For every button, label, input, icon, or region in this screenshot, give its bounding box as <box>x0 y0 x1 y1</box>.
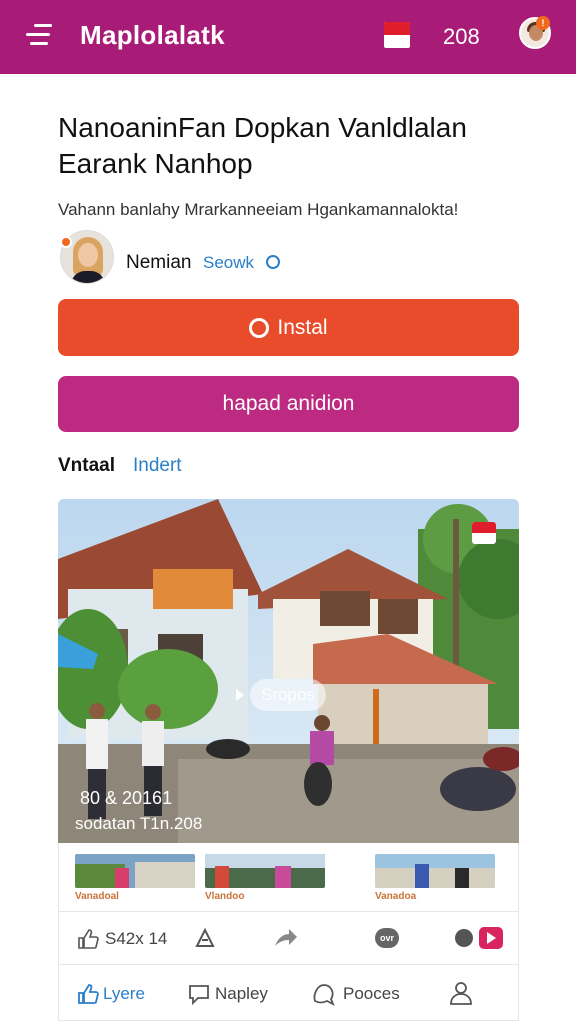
thumbnail-strip: Vanadoal Vlandoo Vanadoa <box>58 843 519 911</box>
install-icon <box>249 317 270 338</box>
notification-badge: ! <box>536 16 550 30</box>
posts-icon[interactable] <box>311 981 337 1007</box>
record-icon[interactable] <box>455 929 473 947</box>
section-label: Vntaal <box>58 455 116 476</box>
thumbnail-image <box>75 854 195 888</box>
thumbnail-label-2: Vlandoo <box>205 891 245 902</box>
article-title-line-2: Earank Nanhop <box>58 148 253 179</box>
reply-icon[interactable] <box>187 982 211 1006</box>
diamond-icon[interactable] <box>193 926 217 950</box>
secondary-button-label: hapad anidion <box>222 392 355 415</box>
thumbnail-1[interactable] <box>75 854 195 888</box>
play-icon[interactable] <box>479 927 503 949</box>
bottom-bar: Lyere Napley Pooces <box>58 965 519 1021</box>
reply-button-label[interactable]: Napley <box>215 984 268 1004</box>
photo-caption: sodatan T1n.208 <box>75 814 203 833</box>
secondary-button[interactable]: hapad anidion <box>58 376 519 432</box>
action-row: S42x 14 ovr <box>58 911 519 965</box>
posts-button-label[interactable]: Pooces <box>343 984 400 1004</box>
thumbnail-image <box>375 854 495 888</box>
header-count: 208 <box>443 24 480 49</box>
photo-date: 80 & 20161 <box>80 788 173 808</box>
share-icon[interactable] <box>273 926 299 950</box>
flag-icon <box>472 522 496 544</box>
thumbs-up-icon[interactable] <box>77 983 99 1005</box>
user-icon[interactable] <box>449 980 473 1006</box>
author-name[interactable]: Nemian <box>126 252 191 274</box>
play-icon[interactable] <box>236 689 244 701</box>
section-link[interactable]: Indert <box>133 455 182 477</box>
article-subtitle: Vahann banlahy Mrarkanneeiam Hgankamanna… <box>58 200 459 219</box>
thumbnail-image <box>205 854 325 888</box>
article-title-line-1: NanoaninFan Dopkan Vanldlalan <box>58 112 467 143</box>
verified-icon <box>266 255 280 269</box>
article-title: NanoaninFan Dopkan Vanldlalan Earank Nan… <box>58 110 528 182</box>
thumbnail-3[interactable] <box>375 854 495 888</box>
flag-icon[interactable] <box>384 22 410 48</box>
thumbs-up-icon[interactable] <box>77 928 99 950</box>
author-link[interactable]: Seowk <box>203 253 254 273</box>
like-count: S42x 14 <box>105 929 168 948</box>
author-status-badge <box>60 236 72 248</box>
thumbnail-label-3: Vanadoa <box>375 891 417 902</box>
install-button-label: Instal <box>277 315 328 339</box>
like-button-label[interactable]: Lyere <box>103 984 145 1004</box>
menu-icon[interactable] <box>26 22 56 50</box>
photo-pill-label[interactable]: Sropos <box>250 679 326 711</box>
more-icon[interactable]: ovr <box>375 928 399 948</box>
top-bar: Maplolalatk 208 ! <box>0 0 576 74</box>
thumbnail-label-1: Vanadoal <box>75 891 119 902</box>
app-title: Maplolalatk <box>80 20 225 50</box>
thumbnail-2[interactable] <box>205 854 325 888</box>
install-button[interactable]: Instal <box>58 299 519 356</box>
